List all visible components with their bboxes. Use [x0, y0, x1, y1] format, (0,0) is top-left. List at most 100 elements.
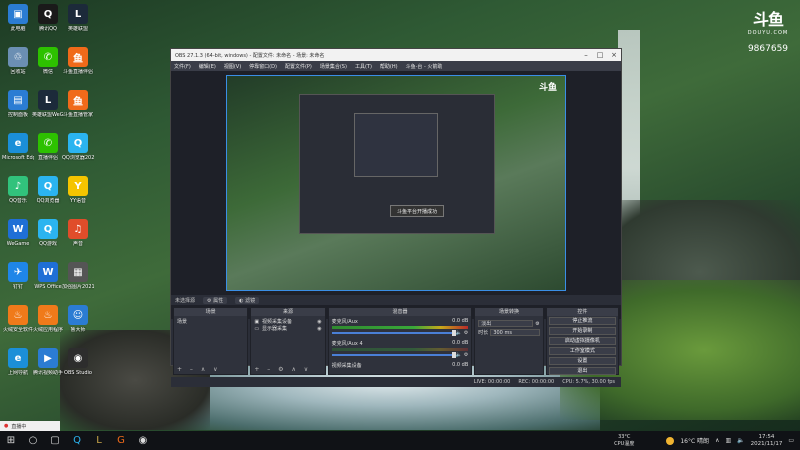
speaker-icon[interactable]: 🔈 [456, 352, 462, 358]
gear-icon[interactable]: ⚙ [464, 352, 468, 358]
desktop-icon[interactable]: ▣ 此电脑 [2, 4, 34, 32]
volume-slider[interactable]: 🔈 ⚙ [331, 352, 468, 358]
desktop-icon[interactable]: ♫ 声音 [62, 219, 94, 247]
desktop-icon[interactable]: 鱼斗鱼直播伴侣 [62, 47, 94, 75]
desktop-icon[interactable]: ▤ 控制面板 [2, 90, 34, 118]
task-view-icon[interactable]: ▢ [44, 431, 66, 450]
settings-button[interactable]: 设置 [548, 357, 616, 365]
desktop-icon[interactable]: W WeGame [2, 219, 34, 247]
volume-icon[interactable]: 🔈 [737, 437, 744, 444]
filters-button[interactable]: ◐ 滤镜 [235, 296, 260, 304]
stop-streaming-button[interactable]: 停止推流 [548, 317, 616, 325]
desktop-icon[interactable]: L 英雄联盟 [62, 4, 94, 32]
gear-icon[interactable]: ⚙ [464, 330, 468, 336]
desktop-icon[interactable]: Q 腾讯QQ [32, 4, 64, 32]
weather-text[interactable]: 16°C 晴朗 [680, 436, 709, 445]
desktop-icon[interactable]: ☺ 鲁大师 [62, 305, 94, 333]
desktop-icon[interactable]: ♨ 火绒应用程序 [32, 305, 64, 333]
app-icon: W [38, 262, 58, 282]
game-taskbar-icon[interactable]: G [110, 431, 132, 450]
filters-label: 滤镜 [245, 297, 256, 304]
obs-menubar: 文件(F) 编辑(E) 视图(V) 停靠窗口(D) 配置文件(P) 场景集合(S… [171, 61, 621, 71]
obs-titlebar[interactable]: OBS 27.1.3 (64-bit, windows) - 配置文件: 未命名… [171, 49, 621, 61]
menu-profile[interactable]: 配置文件(P) [285, 63, 312, 70]
desktop-icon[interactable]: 鱼斗鱼直播管家 [62, 90, 94, 118]
desktop-icon[interactable]: Q QQ浏览器 [32, 176, 64, 204]
desktop-icon-label: QQ游戏 [39, 241, 57, 247]
start-virtual-camera-button[interactable]: 启动虚拟摄像机 [548, 337, 616, 345]
preview-canvas[interactable]: 斗鱼 斗鱼平台开播成功 [226, 75, 566, 291]
volume-slider[interactable]: 🔈 ⚙ [331, 330, 468, 336]
desktop-icon[interactable]: ✆ 微信 [32, 47, 64, 75]
desktop-icon-label: 上网导航 [7, 370, 28, 376]
clock[interactable]: 17:54 2021/11/17 [751, 434, 783, 448]
app-icon: ◉ [68, 348, 88, 368]
desktop-icon[interactable]: e 上网导航 [2, 348, 34, 376]
exit-button[interactable]: 退出 [548, 367, 616, 375]
menu-help[interactable]: 帮助(H) [380, 63, 398, 70]
eye-icon[interactable]: ◉ [317, 326, 321, 332]
desktop-icon[interactable]: ◉ OBS Studio [62, 348, 94, 376]
cpu-temp-widget[interactable]: 33°C CPU温度 [614, 434, 634, 448]
minimize-icon[interactable]: – [579, 51, 593, 59]
desktop-icon[interactable]: L 英雄联盟WeGame版 [32, 90, 64, 118]
desktop-icon-label: 英雄联盟 [67, 26, 88, 32]
app-icon: ▤ [8, 90, 28, 110]
menu-douyu-plugin[interactable]: 斗鱼-台 - 火箭助 [406, 63, 443, 70]
menu-edit[interactable]: 编辑(E) [199, 63, 216, 70]
desktop-icon[interactable]: ▦ 加强图片2021... [62, 262, 94, 290]
menu-tools[interactable]: 工具(T) [355, 63, 372, 70]
desktop-icon[interactable]: Y YY语音 [62, 176, 94, 204]
menu-file[interactable]: 文件(F) [174, 63, 191, 70]
desktop-icon[interactable]: Q QQ游戏 [32, 219, 64, 247]
eye-icon[interactable]: ◉ [317, 319, 321, 325]
notification-center-icon[interactable]: ▭ [788, 437, 794, 444]
menu-scene-collection[interactable]: 场景集合(S) [320, 63, 347, 70]
obs-window[interactable]: OBS 27.1.3 (64-bit, windows) - 配置文件: 未命名… [170, 48, 622, 387]
system-tray: 33°C CPU温度 16°C 晴朗 ∧ ▥ 🔈 17:54 2021/11/1… [614, 434, 800, 448]
lol-taskbar-icon[interactable]: L [88, 431, 110, 450]
desktop-icon[interactable]: ♨ 火绒安全软件 [2, 305, 34, 333]
scenes-toolbar[interactable]: + – ∧ ∨ [177, 366, 221, 373]
chevron-up-icon[interactable]: ∧ [715, 437, 719, 444]
studio-mode-button[interactable]: 工作室模式 [548, 347, 616, 355]
duration-input[interactable]: 300 ms [490, 329, 540, 336]
slider-knob[interactable] [451, 330, 456, 336]
desktop-icon[interactable]: Q QQ浏览器2021100... [62, 133, 94, 161]
source-item[interactable]: ▭ 显示器采集 ◉ [254, 325, 321, 333]
live-notification[interactable]: ● 直播中 [0, 421, 60, 431]
desktop-icon-label: 腾讯QQ [39, 26, 57, 32]
source-item[interactable]: ▣ 视频采集设备 ◉ [254, 318, 321, 326]
obs-taskbar-icon[interactable]: ◉ [132, 431, 154, 450]
mixer-channel: 麦克风/Aux 4 0.0 dB 🔈 ⚙ [331, 340, 469, 358]
desktop-icon[interactable]: W WPS Office [32, 262, 64, 290]
desktop-icon[interactable]: ✆ 直播伴侣 [32, 133, 64, 161]
desktop-icon[interactable]: ♪ QQ音乐 [2, 176, 34, 204]
gear-icon[interactable]: ⚙ [535, 321, 539, 327]
speaker-icon[interactable]: 🔈 [456, 330, 462, 336]
desktop-icon-label: 火绒安全软件 [2, 327, 33, 333]
search-icon[interactable]: ○ [22, 431, 44, 450]
maximize-icon[interactable]: □ [593, 51, 607, 59]
qq-browser-taskbar-icon[interactable]: Q [66, 431, 88, 450]
desktop-icon[interactable]: ✈ 钉钉 [2, 262, 34, 290]
channel-name: 麦克风/Aux [331, 319, 358, 325]
start-recording-button[interactable]: 开始录制 [548, 327, 616, 335]
properties-button[interactable]: ⚙ 属性 [203, 296, 228, 304]
menu-view[interactable]: 视图(V) [224, 63, 241, 70]
obs-title: OBS 27.1.3 (64-bit, windows) - 配置文件: 未命名… [175, 52, 325, 59]
desktop-icon[interactable]: ♲ 回收站 [2, 47, 34, 75]
desktop-icon[interactable]: e Microsoft Edge [2, 133, 34, 161]
close-icon[interactable]: × [607, 51, 621, 59]
windows-start-icon[interactable]: ⊞ [0, 431, 22, 450]
menu-docks[interactable]: 停靠窗口(D) [249, 63, 277, 70]
slider-knob[interactable] [451, 352, 456, 358]
desktop-icon[interactable]: ▶ 腾讯视频助手 [32, 348, 64, 376]
scene-item[interactable]: 场景 [177, 318, 244, 325]
mixer-channel: 麦克风/Aux 0.0 dB 🔈 ⚙ [331, 318, 469, 336]
sources-toolbar[interactable]: + – ⚙ ∧ ∨ [254, 366, 311, 373]
network-icon[interactable]: ▥ [725, 437, 731, 444]
transition-select[interactable]: 淡出 [478, 320, 534, 327]
scenes-dock: 场景 场景 + – ∧ ∨ [173, 307, 249, 375]
app-icon: Q [38, 176, 58, 196]
